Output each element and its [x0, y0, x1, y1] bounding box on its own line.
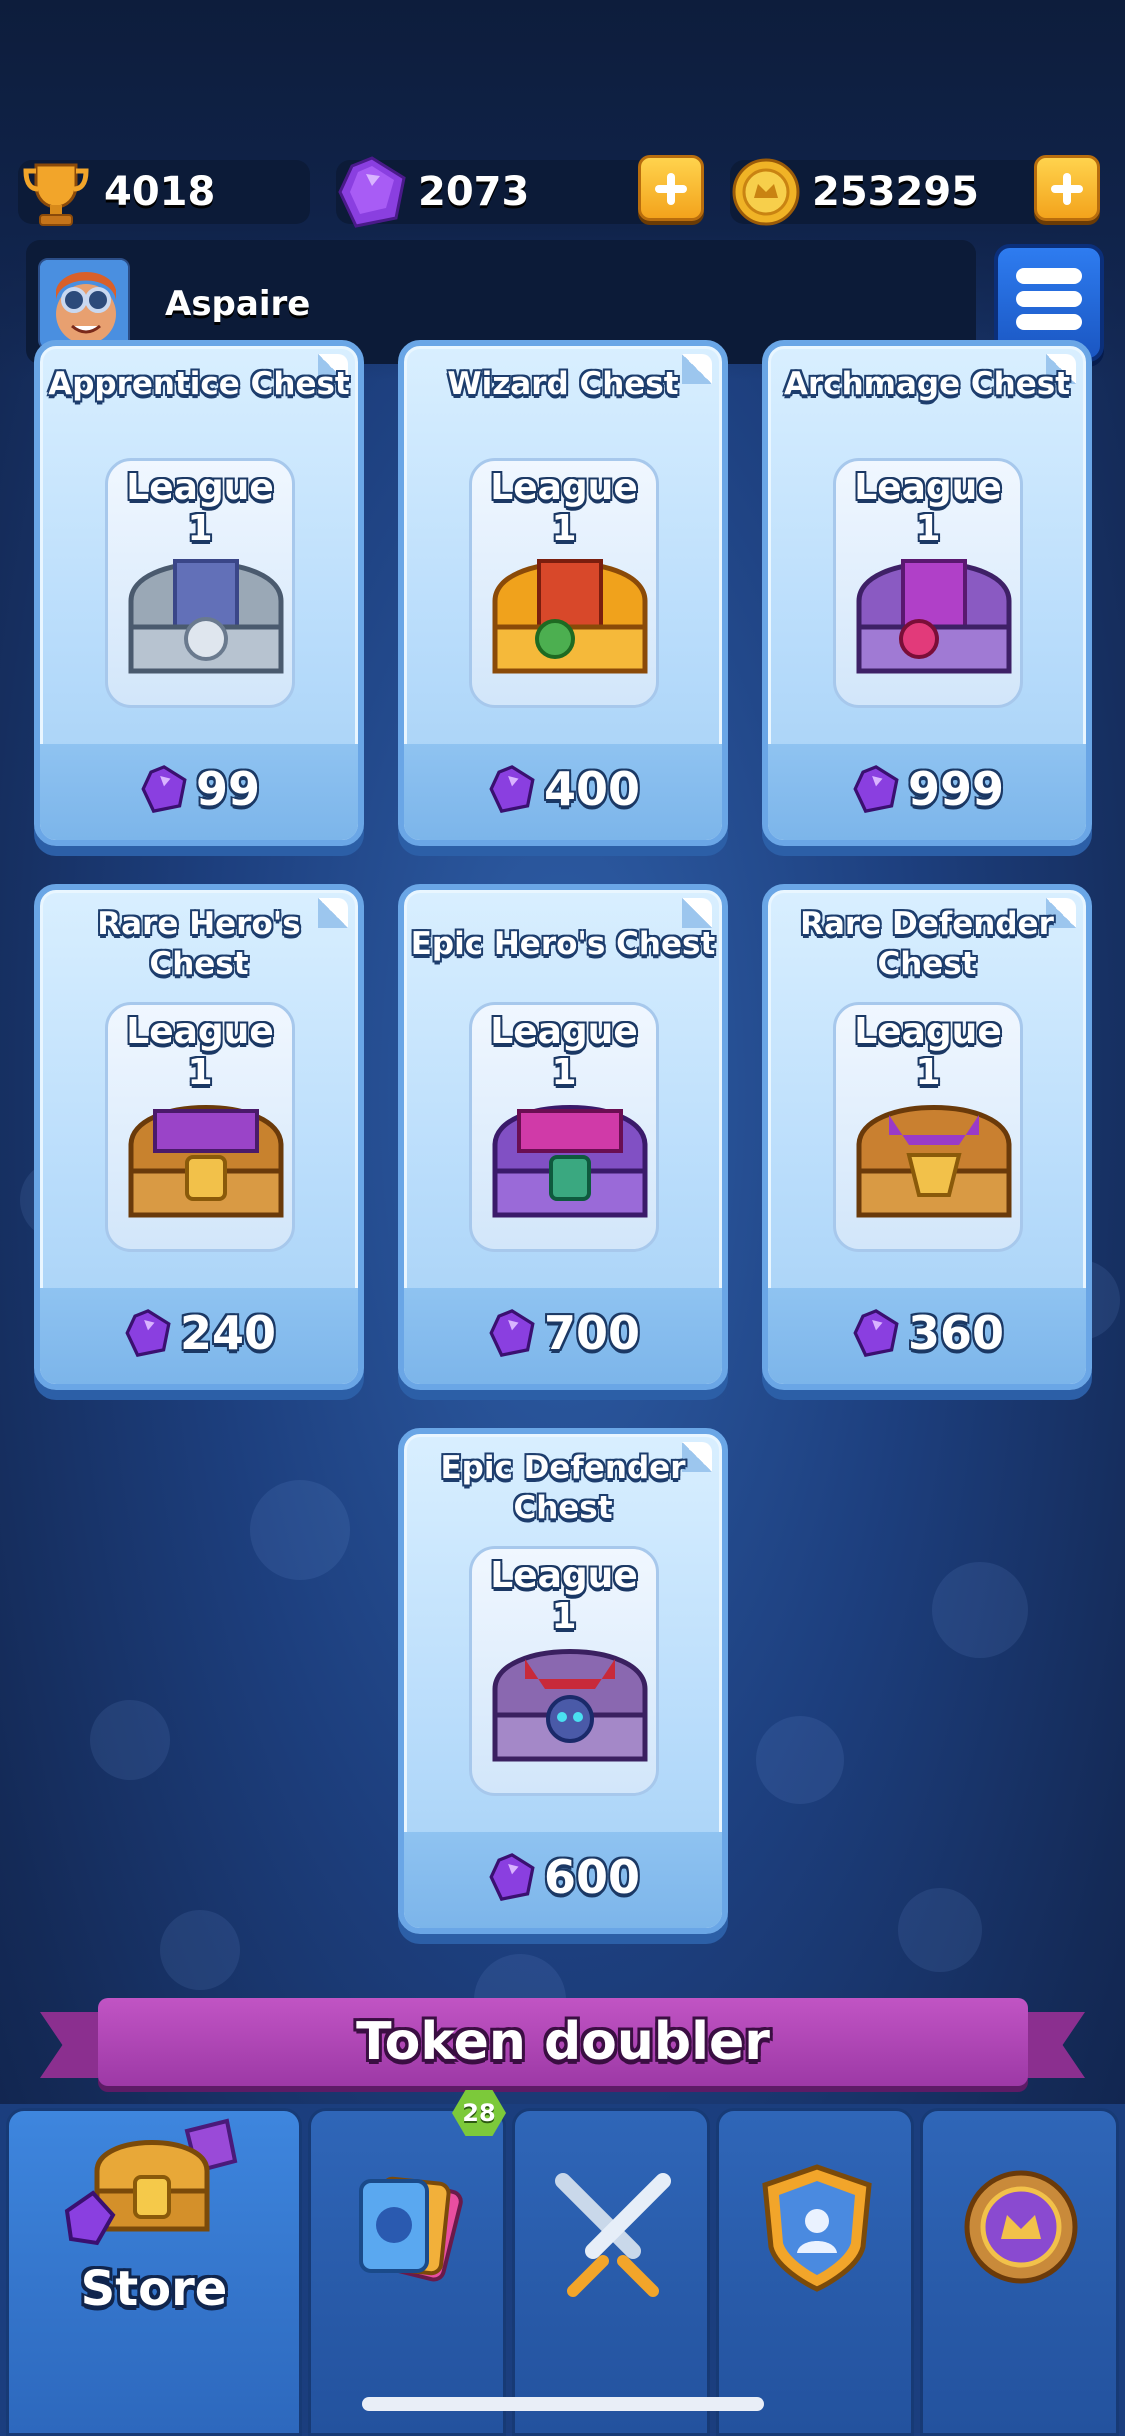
price-band: 400	[404, 744, 722, 840]
chest-title-line-2: Chest	[877, 946, 977, 982]
price-row: 360	[768, 1306, 1086, 1360]
chest-card-epic-defender[interactable]: Epic Defender Chest League 1 600	[398, 1428, 728, 1934]
chest-title: Epic Defender Chest	[404, 1448, 722, 1528]
wizard-chest-icon	[492, 559, 648, 674]
price-band: 360	[768, 1288, 1086, 1384]
chest-card-apprentice[interactable]: Apprentice Chest League 1 99	[34, 340, 364, 846]
chest-title-line-1: Rare Defender	[800, 906, 1054, 942]
tab-clan[interactable]	[716, 2108, 914, 2436]
gem-count: 2073	[418, 169, 530, 215]
chest-preview: League 1	[833, 458, 1023, 708]
clan-shield-icon	[762, 2164, 872, 2292]
chest-title-line-1: Rare Hero's	[97, 906, 301, 942]
chest-title: Epic Hero's Chest	[410, 926, 716, 962]
apprentice-chest-icon	[128, 559, 284, 674]
avatar-image	[40, 260, 128, 348]
archmage-chest-icon	[856, 559, 1012, 674]
chest-card-rare-hero[interactable]: Rare Hero's Chest League 1 240	[34, 884, 364, 1390]
tab-league[interactable]	[920, 2108, 1119, 2436]
price-band: 600	[404, 1832, 722, 1928]
token-doubler-label: Token doubler	[356, 2012, 770, 2072]
price-row: 240	[40, 1306, 358, 1360]
rare-hero-chest-icon	[128, 1105, 284, 1218]
chest-preview: League 1	[105, 458, 295, 708]
gem-icon	[853, 1309, 899, 1357]
buy-gems-button[interactable]	[638, 155, 704, 221]
tab-store[interactable]: Store	[6, 2108, 302, 2436]
chest-preview: League 1	[833, 1002, 1023, 1252]
chest-title: Rare Hero's Chest	[40, 904, 358, 984]
gem-icon	[489, 1309, 535, 1357]
trophy-count: 4018	[104, 169, 216, 215]
chest-preview: League 1	[469, 458, 659, 708]
chest-title: Wizard Chest	[447, 366, 679, 402]
store-chest-icon	[64, 2118, 238, 2246]
chest-card-wizard[interactable]: Wizard Chest League 1 400	[398, 340, 728, 846]
price-band: 700	[404, 1288, 722, 1384]
cards-icon	[359, 2176, 463, 2282]
epic-defender-chest-icon	[492, 1649, 648, 1762]
chest-title: Archmage Chest	[783, 366, 1071, 402]
chest-title-line-2: Chest	[513, 1490, 613, 1526]
store-label: Store	[80, 2261, 228, 2317]
chest-preview: League 1	[469, 1546, 659, 1796]
league-laurel-icon	[964, 2170, 1078, 2284]
rare-defender-chest-icon	[856, 1105, 1012, 1218]
player-avatar[interactable]	[38, 258, 130, 350]
chest-card-rare-defender[interactable]: Rare Defender Chest League 1 360	[762, 884, 1092, 1390]
price-row: 400	[404, 762, 722, 816]
gem-icon	[125, 1309, 171, 1357]
chest-title-line-1: Epic Defender	[440, 1450, 686, 1486]
chest-title-line-2: Chest	[149, 946, 249, 982]
gem-icon	[338, 156, 406, 228]
chest-title: Rare Defender Chest	[768, 904, 1086, 984]
player-name: Aspaire	[165, 284, 311, 324]
chest-card-archmage[interactable]: Archmage Chest League 1 999	[762, 340, 1092, 846]
tab-cards[interactable]	[308, 2108, 506, 2436]
price-band: 999	[768, 744, 1086, 840]
chest-card-epic-hero[interactable]: Epic Hero's Chest League 1 700	[398, 884, 728, 1390]
chest-price: 999	[907, 762, 1005, 816]
gem-icon	[141, 765, 187, 813]
coin-count: 253295	[812, 169, 979, 215]
chest-price: 360	[907, 1306, 1005, 1360]
chest-preview: League 1	[469, 1002, 659, 1252]
chest-price: 600	[543, 1850, 641, 1904]
gem-icon	[489, 1853, 535, 1901]
buy-coins-button[interactable]	[1034, 155, 1100, 221]
tab-battle[interactable]	[512, 2108, 710, 2436]
gem-icon	[489, 765, 535, 813]
chest-price: 400	[543, 762, 641, 816]
token-doubler-banner[interactable]: Token doubler	[98, 1998, 1028, 2086]
chest-title: Apprentice Chest	[48, 366, 350, 402]
trophy-icon	[23, 163, 89, 226]
chest-preview: League 1	[105, 1002, 295, 1252]
price-row: 999	[768, 762, 1086, 816]
epic-hero-chest-icon	[492, 1105, 648, 1218]
chest-price: 240	[179, 1306, 277, 1360]
home-indicator[interactable]	[362, 2397, 764, 2411]
crossed-swords-icon	[555, 2173, 671, 2297]
price-band: 240	[40, 1288, 358, 1384]
price-row: 600	[404, 1850, 722, 1904]
price-row: 700	[404, 1306, 722, 1360]
coin-icon	[732, 158, 800, 226]
gem-icon	[853, 765, 899, 813]
price-band: 99	[40, 744, 358, 840]
chest-price: 700	[543, 1306, 641, 1360]
price-row: 99	[40, 762, 358, 816]
chest-price: 99	[195, 762, 260, 816]
